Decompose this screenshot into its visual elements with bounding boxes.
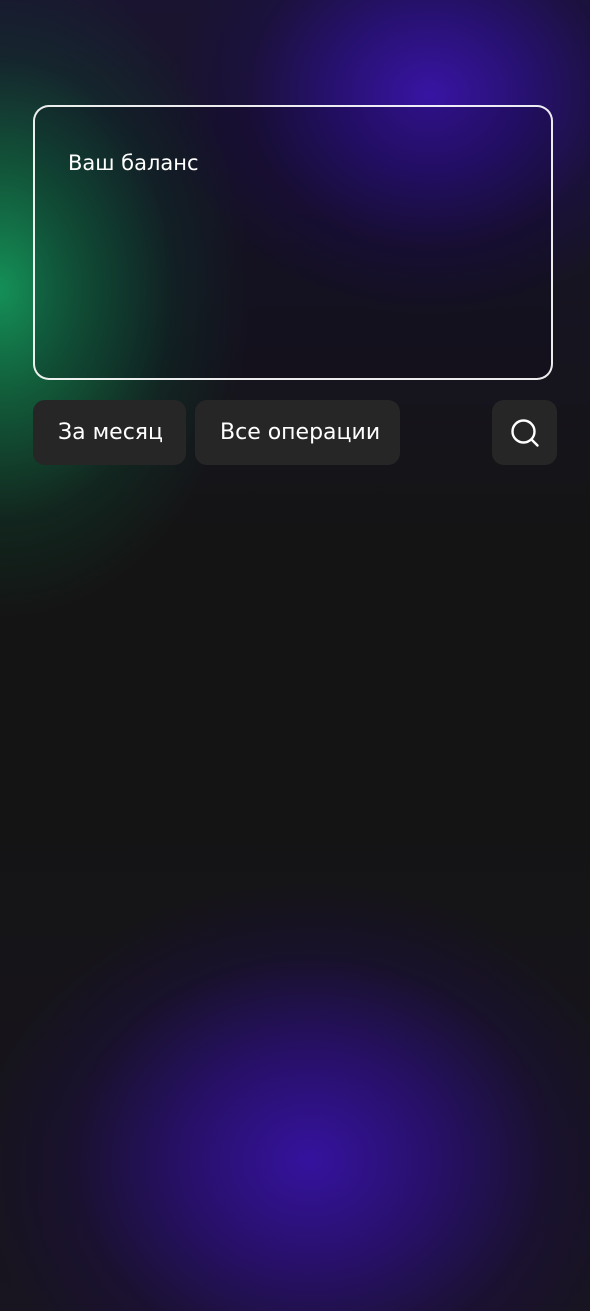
balance-label: Ваш баланс — [68, 151, 199, 175]
screen: Ваш баланс За месяц Все операции — [0, 0, 590, 1311]
operations-filter-button[interactable]: Все операции — [195, 400, 400, 465]
period-filter-button[interactable]: За месяц — [33, 400, 186, 465]
search-icon — [510, 418, 540, 448]
balance-card[interactable]: Ваш баланс — [33, 105, 553, 380]
search-button[interactable] — [492, 400, 557, 465]
